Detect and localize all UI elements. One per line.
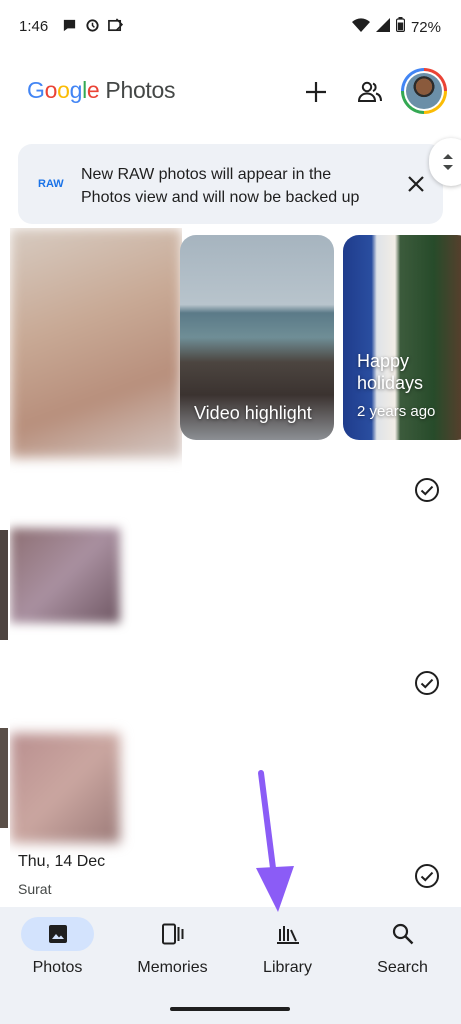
nav-pill [366, 917, 439, 951]
photo-edge [0, 530, 8, 640]
memory-title: Video highlight [194, 403, 312, 423]
nav-pill [136, 917, 209, 951]
raw-info-banner: RAW New RAW photos will appear in the Ph… [18, 144, 443, 224]
account-avatar[interactable] [401, 68, 447, 114]
photo-thumbnail[interactable] [10, 733, 120, 843]
avatar [404, 71, 444, 111]
date-group-place: Surat [18, 881, 52, 897]
close-icon [408, 176, 424, 192]
nav-label: Library [263, 959, 312, 976]
memory-title: Happy holidays [357, 351, 424, 393]
gesture-handle[interactable] [170, 1007, 290, 1011]
avatar-photo [406, 73, 442, 109]
banner-close-button[interactable] [403, 171, 429, 197]
fast-scroll-handle[interactable] [429, 138, 461, 186]
nav-item-memories[interactable]: Memories [115, 907, 230, 997]
battery-percent: 72% [410, 18, 441, 36]
logo-letter: o [57, 77, 70, 103]
chat-bubble-icon [62, 18, 77, 33]
nav-active-pill [21, 917, 94, 951]
wifi-icon [351, 17, 370, 37]
image-card-icon [108, 18, 124, 33]
nav-item-photos[interactable]: Photos [0, 907, 115, 997]
memory-subtitle: 2 years ago [357, 403, 436, 420]
nav-label: Memories [137, 959, 208, 976]
logo-letter: o [44, 77, 58, 103]
nav-label: Search [377, 959, 428, 976]
photo-thumbnail[interactable] [10, 528, 120, 623]
logo-letter: g [69, 77, 83, 103]
logo-letter: e [86, 77, 100, 103]
select-group-check-icon[interactable] [414, 670, 440, 696]
cell-signal-icon [375, 17, 390, 37]
bottom-navigation: Photos Memories Library Search [0, 907, 461, 1024]
raw-badge: RAW [38, 178, 64, 190]
photo-icon [48, 925, 67, 943]
system-icons: 72% [351, 17, 441, 37]
library-icon [276, 926, 299, 944]
status-time: 1:46 [19, 18, 49, 35]
notification-icons [62, 18, 124, 33]
blurred-photo-column [10, 228, 182, 860]
sharing-button[interactable] [352, 74, 388, 110]
select-group-check-icon[interactable] [414, 863, 440, 889]
select-group-check-icon[interactable] [414, 477, 440, 503]
logo-product-name: Photos [105, 77, 176, 103]
nav-item-search[interactable]: Search [345, 907, 460, 997]
photo-thumbnail[interactable] [10, 228, 182, 458]
plus-icon [306, 82, 326, 102]
people-icon [357, 81, 382, 102]
scroll-arrows-icon [443, 154, 453, 170]
memory-card-happy-holidays[interactable]: Happy holidays 2 years ago [343, 235, 461, 440]
nav-item-library[interactable]: Library [230, 907, 345, 997]
memories-icon [161, 923, 183, 945]
memory-card-video-highlight[interactable]: Video highlight [180, 235, 334, 440]
search-icon [392, 923, 413, 945]
battery-icon [395, 17, 406, 37]
app-header: Google Photos [0, 62, 461, 122]
logo-letter: G [27, 77, 45, 103]
status-bar: 1:46 72% [0, 0, 461, 56]
date-group-header: Thu, 14 Dec [18, 853, 106, 870]
banner-message: New RAW photos will appear in the Photos… [81, 166, 360, 206]
photo-edge [0, 728, 8, 828]
nav-pill [251, 917, 324, 951]
google-photos-logo: Google Photos [27, 77, 176, 104]
nav-label: Photos [32, 959, 83, 976]
sync-icon [85, 18, 100, 33]
add-button[interactable] [298, 74, 334, 110]
